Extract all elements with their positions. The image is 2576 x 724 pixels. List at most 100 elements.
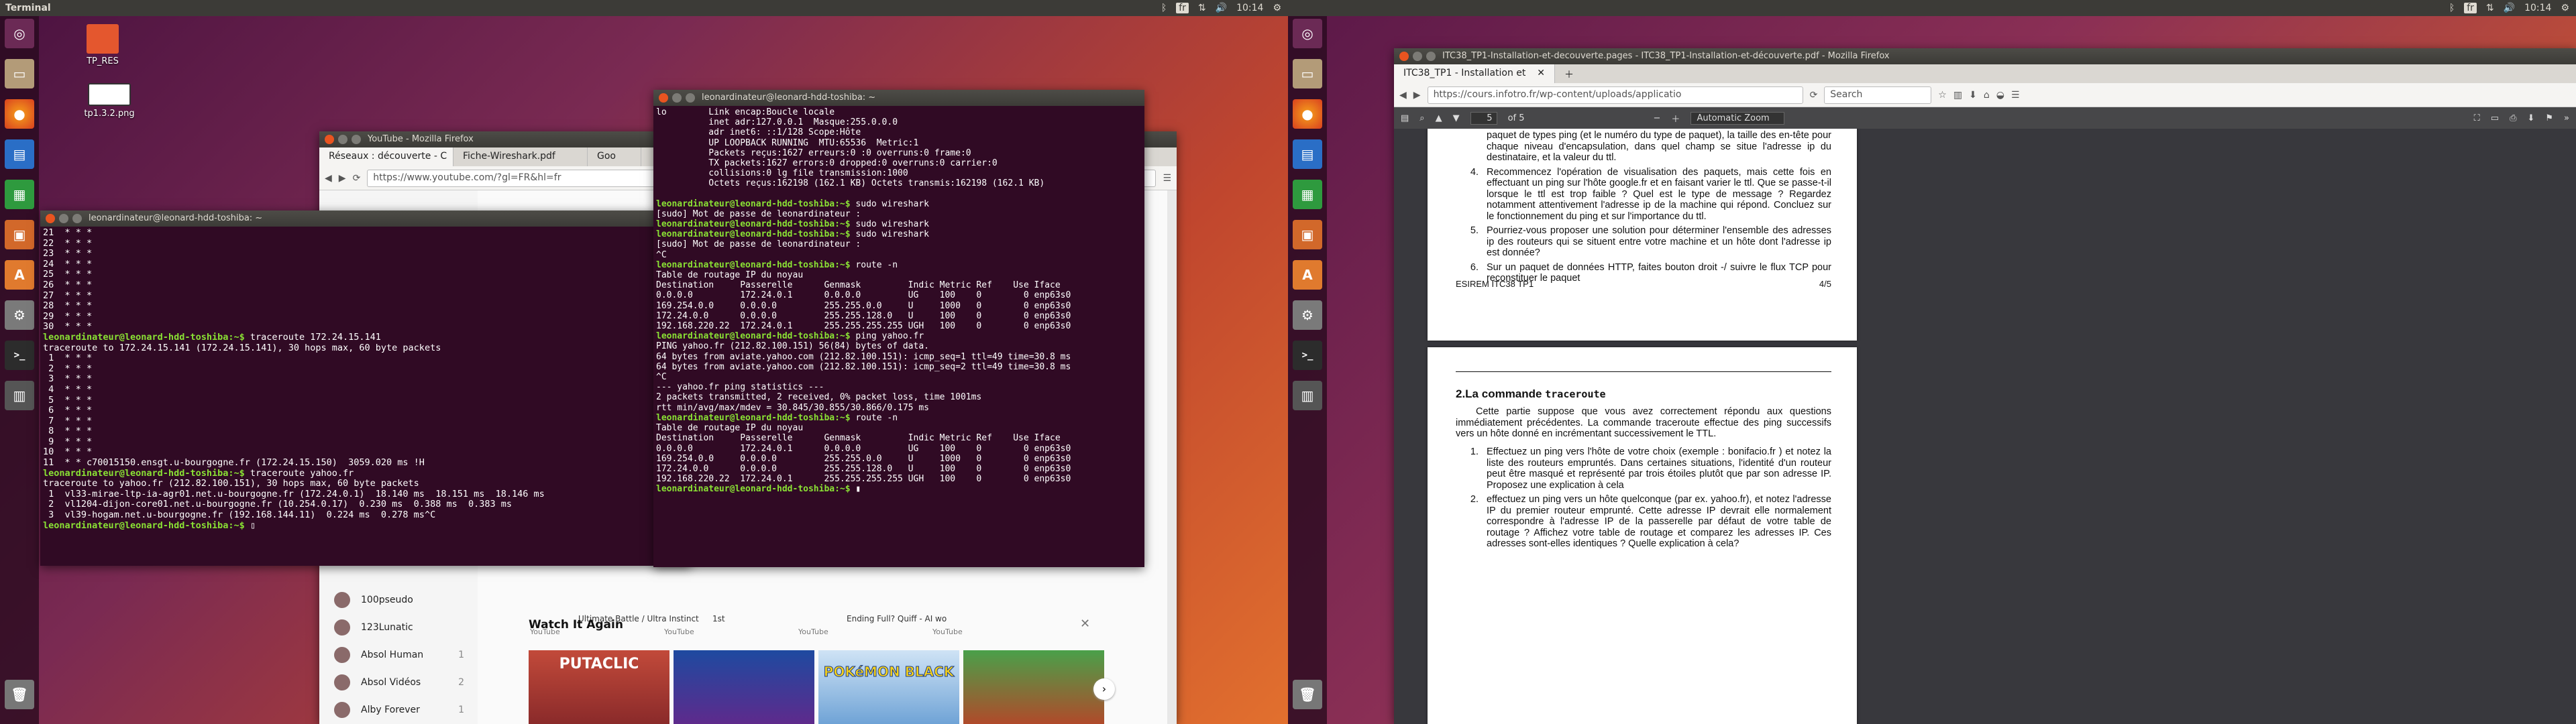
- forward-icon[interactable]: ▶: [1413, 90, 1421, 101]
- impress-icon[interactable]: ▣: [5, 220, 34, 249]
- pdf-viewer-area[interactable]: paquet de types ping (et le numéro du ty…: [1394, 129, 2576, 724]
- pocket-icon[interactable]: ◒: [1996, 90, 2004, 101]
- back-icon[interactable]: ◀: [325, 173, 332, 184]
- terminal-line: 3 * * *: [43, 374, 688, 385]
- calc-icon[interactable]: ▦: [5, 180, 34, 209]
- open-file-icon[interactable]: ▭: [2491, 113, 2499, 123]
- terminal-icon[interactable]: >_: [1293, 341, 1322, 370]
- video-thumbnail[interactable]: [674, 650, 814, 724]
- terminal-left-output[interactable]: 21 * * * 22 * * * 23 * * * 24 * * * 25 * * *…: [40, 227, 691, 566]
- maximize-button[interactable]: [686, 93, 695, 103]
- youtube-scrollbar[interactable]: [1167, 190, 1177, 724]
- save-icon[interactable]: ⬇: [2527, 113, 2534, 123]
- menu-icon[interactable]: ☰: [2011, 90, 2020, 101]
- maximize-button[interactable]: [1426, 52, 1436, 61]
- subscription-item[interactable]: Absol Vidéos 2: [319, 668, 478, 696]
- search-input[interactable]: Search: [1824, 86, 1932, 104]
- settings-icon[interactable]: ⚙: [5, 300, 34, 330]
- dash-button[interactable]: ◎: [5, 19, 34, 48]
- terminal-line: 28 * * *: [43, 300, 688, 312]
- video-thumbnail[interactable]: PUTACLIC: [529, 650, 669, 724]
- print-icon[interactable]: ⎙: [2510, 113, 2516, 123]
- clock[interactable]: 10:14: [2524, 0, 2551, 16]
- keyboard-layout-indicator[interactable]: fr: [1176, 3, 1189, 13]
- clock[interactable]: 10:14: [1236, 0, 1263, 16]
- back-icon[interactable]: ◀: [1399, 90, 1407, 101]
- star-icon[interactable]: ☆: [1938, 90, 1947, 101]
- menu-icon[interactable]: ☰: [1163, 173, 1171, 184]
- terminal-right-output[interactable]: lo Link encap:Boucle locale inet adr:127…: [653, 106, 1144, 567]
- terminal-icon[interactable]: >_: [5, 341, 34, 370]
- close-button[interactable]: [659, 93, 668, 103]
- bluetooth-icon[interactable]: ᛒ: [1161, 0, 1167, 16]
- close-button[interactable]: [1399, 52, 1409, 61]
- settings-icon[interactable]: ⚙: [1293, 300, 1322, 330]
- maximize-button[interactable]: [72, 214, 82, 223]
- zoom-select[interactable]: Automatic Zoom: [1690, 111, 1785, 125]
- prev-page-icon[interactable]: ▲: [1436, 113, 1442, 123]
- trash-icon[interactable]: 🗑: [5, 680, 34, 709]
- library-icon[interactable]: ▥: [1953, 90, 1962, 101]
- page-number-input[interactable]: 5: [1470, 111, 1497, 125]
- tab-itc38[interactable]: ITC38_TP1 - Installation et ✕: [1394, 64, 1555, 83]
- gear-icon[interactable]: ⚙: [2561, 0, 2569, 16]
- volume-icon[interactable]: 🔊: [1216, 0, 1227, 16]
- writer-icon[interactable]: ▤: [5, 139, 34, 169]
- volume-icon[interactable]: 🔊: [2504, 0, 2515, 16]
- workspace-switcher-icon[interactable]: ▥: [1293, 381, 1322, 410]
- writer-icon[interactable]: ▤: [1293, 139, 1322, 169]
- bluetooth-icon[interactable]: ᛒ: [2449, 0, 2455, 16]
- calc-icon[interactable]: ▦: [1293, 180, 1322, 209]
- files-icon[interactable]: ▭: [1293, 59, 1322, 88]
- minimize-button[interactable]: [1413, 52, 1422, 61]
- tab-reseaux[interactable]: Réseaux : découverte - C: [319, 147, 453, 166]
- video-thumbnail[interactable]: POKéMON BLACK: [818, 650, 959, 724]
- minimize-button[interactable]: [672, 93, 682, 103]
- reload-icon[interactable]: ⟳: [1810, 90, 1818, 101]
- find-icon[interactable]: ⌕: [1419, 113, 1424, 123]
- new-tab-button[interactable]: ＋: [1555, 64, 1582, 83]
- network-icon[interactable]: ⇅: [2486, 0, 2494, 16]
- impress-icon[interactable]: ▣: [1293, 220, 1322, 249]
- firefox-icon[interactable]: ●: [5, 99, 34, 129]
- maximize-button[interactable]: [352, 135, 361, 144]
- keyboard-layout-indicator[interactable]: fr: [2464, 3, 2477, 13]
- subscription-item[interactable]: Absol Human 1: [319, 641, 478, 668]
- forward-icon[interactable]: ▶: [339, 173, 346, 184]
- desktop-image-file[interactable]: tp1.3.2.png: [79, 83, 140, 119]
- gear-icon[interactable]: ⚙: [1273, 0, 1281, 16]
- reload-icon[interactable]: ⟳: [353, 173, 361, 184]
- tools-icon[interactable]: »: [2564, 113, 2569, 123]
- software-center-icon[interactable]: A: [5, 260, 34, 290]
- tab-fiche-wireshark[interactable]: Fiche-Wireshark.pdf: [453, 147, 588, 166]
- video-thumbnail[interactable]: [963, 650, 1104, 724]
- software-center-icon[interactable]: A: [1293, 260, 1322, 290]
- sidebar-toggle-icon[interactable]: ▤: [1401, 113, 1409, 123]
- subscription-item[interactable]: 123Lunatic: [319, 613, 478, 641]
- close-button[interactable]: [325, 135, 334, 144]
- trash-icon[interactable]: 🗑: [1293, 680, 1322, 709]
- network-icon[interactable]: ⇅: [1198, 0, 1206, 16]
- minimize-button[interactable]: [338, 135, 347, 144]
- next-page-icon[interactable]: ▼: [1453, 113, 1460, 123]
- bookmark-icon[interactable]: ⚑: [2545, 113, 2553, 123]
- tab-google[interactable]: Goo: [588, 147, 641, 166]
- download-icon[interactable]: ⬇: [1969, 90, 1977, 101]
- dash-button[interactable]: ◎: [1293, 19, 1322, 48]
- files-icon[interactable]: ▭: [5, 59, 34, 88]
- close-button[interactable]: [46, 214, 55, 223]
- fullscreen-icon[interactable]: ⛶: [2474, 113, 2480, 123]
- subscription-item[interactable]: Alby Forever 1: [319, 696, 478, 723]
- pdf-url-bar[interactable]: https://cours.infotro.fr/wp-content/uplo…: [1427, 86, 1803, 104]
- zoom-out-icon[interactable]: −: [1654, 113, 1661, 123]
- zoom-in-icon[interactable]: ＋: [1671, 112, 1680, 125]
- home-icon[interactable]: ⌂: [1984, 90, 1990, 101]
- workspace-switcher-icon[interactable]: ▥: [5, 381, 34, 410]
- minimize-button[interactable]: [59, 214, 68, 223]
- close-icon[interactable]: ✕: [1080, 617, 1090, 631]
- next-arrow-icon[interactable]: ›: [1093, 678, 1115, 700]
- close-tab-icon[interactable]: ✕: [1537, 68, 1545, 80]
- subscription-item[interactable]: 100pseudo: [319, 586, 478, 613]
- desktop-folder[interactable]: TP_RES: [72, 24, 133, 66]
- firefox-icon[interactable]: ●: [1293, 99, 1322, 129]
